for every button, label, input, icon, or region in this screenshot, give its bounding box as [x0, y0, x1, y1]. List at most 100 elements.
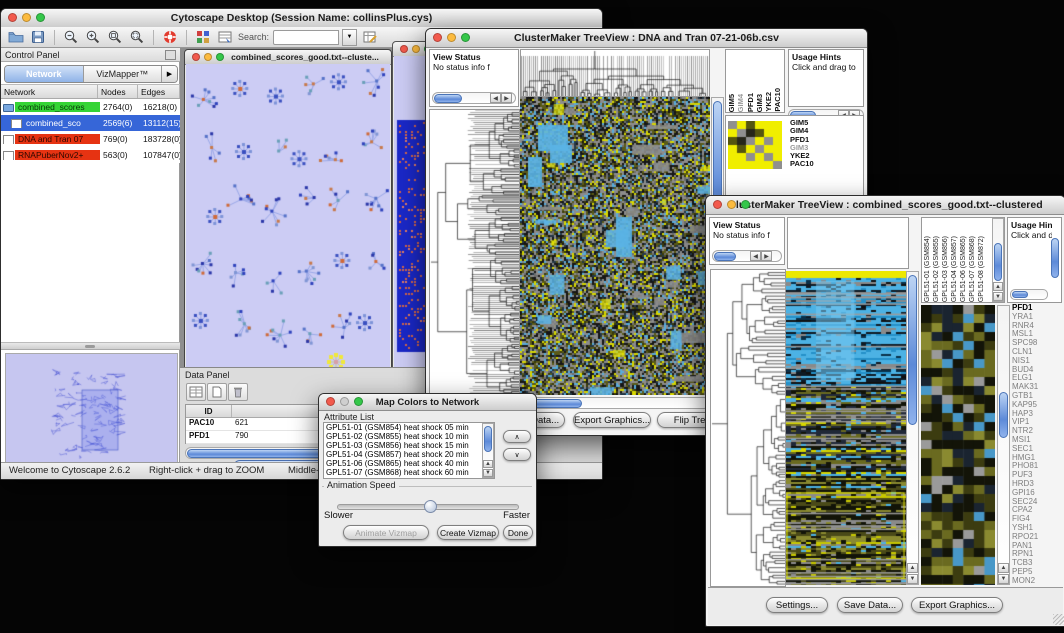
- tv1-row-dendrogram[interactable]: [429, 109, 520, 397]
- zoom-in-icon[interactable]: [84, 29, 102, 46]
- network-row[interactable]: RNAPuberNov2+ 563(0) 107847(0): [1, 147, 180, 163]
- move-up-button[interactable]: ∧: [503, 430, 531, 443]
- col-nodes[interactable]: Nodes: [98, 85, 138, 98]
- tv2-column-label[interactable]: GPL51-04 (GSM857): [951, 236, 960, 302]
- minimize-icon[interactable]: [727, 200, 736, 209]
- tv1-column-label[interactable]: PAC10: [774, 88, 782, 112]
- scroll-down-icon[interactable]: ▼: [483, 469, 493, 477]
- col-edges[interactable]: Edges: [138, 85, 180, 98]
- zoom-window-icon[interactable]: [36, 13, 45, 22]
- network-row[interactable]: DNA and Tran 07 769(0) 183728(0): [1, 131, 180, 147]
- network-name[interactable]: combined_scores: [15, 102, 100, 112]
- tv2-gene-vscrollbar[interactable]: ▲ ▼: [997, 305, 1010, 585]
- close-icon[interactable]: [192, 53, 200, 61]
- scroll-up-icon[interactable]: ▲: [993, 282, 1003, 291]
- network-name[interactable]: combined_sco: [23, 118, 100, 128]
- tv2-save-data-button[interactable]: Save Data...: [837, 597, 903, 613]
- tv1-heatmap[interactable]: [520, 97, 710, 395]
- minimize-icon[interactable]: [22, 13, 31, 22]
- tv1-column-label[interactable]: PFD1: [747, 93, 755, 112]
- treeview2-titlebar[interactable]: ClusterMaker TreeView : combined_scores_…: [706, 196, 1064, 215]
- tv1-status-hscrollbar[interactable]: ◀▶: [432, 92, 516, 104]
- tab-vizmapper[interactable]: VizMapper™: [84, 66, 163, 82]
- attribute-item[interactable]: GPL51-04 (GSM857) heat shock 20 min: [324, 450, 482, 459]
- vscroll-thumb[interactable]: [1051, 238, 1059, 278]
- vscroll-thumb[interactable]: [908, 275, 917, 425]
- animate-vizmap-button[interactable]: Animate Vizmap: [343, 525, 429, 540]
- tv2-column-label[interactable]: GPL51-02 (GSM855): [933, 236, 942, 302]
- scroll-left-icon[interactable]: ◀: [490, 93, 501, 103]
- tv2-column-label[interactable]: GPL51-01 (GSM854): [924, 236, 933, 302]
- tv2-labels-vscrollbar[interactable]: ▲ ▼: [992, 218, 1004, 302]
- splitter-handle-icon[interactable]: [85, 345, 95, 348]
- attribute-row-id[interactable]: PFD1: [186, 431, 232, 443]
- minimize-icon[interactable]: [204, 53, 212, 61]
- hscroll-thumb[interactable]: [714, 252, 736, 261]
- hscroll-thumb[interactable]: [1012, 291, 1028, 298]
- tv1-heatmap-hscrollbar[interactable]: [520, 397, 710, 409]
- tv2-detail-heatmap[interactable]: [921, 305, 995, 585]
- tv2-settings-button[interactable]: Settings...: [766, 597, 828, 613]
- search-dropdown-icon[interactable]: ▼: [342, 29, 357, 46]
- attribute-listbox[interactable]: GPL51-01 (GSM854) heat shock 05 minGPL51…: [323, 422, 495, 479]
- tv2-global-heatmap[interactable]: [786, 271, 906, 585]
- main-titlebar[interactable]: Cytoscape Desktop (Session Name: collins…: [1, 9, 602, 28]
- col-id[interactable]: ID: [186, 405, 232, 417]
- tv2-column-label[interactable]: GPL51-03 (GSM856): [942, 236, 951, 302]
- scroll-down-icon[interactable]: ▼: [998, 574, 1009, 584]
- attribute-browser-icon[interactable]: [216, 29, 234, 46]
- open-file-icon[interactable]: [7, 29, 25, 46]
- tab-overflow-icon[interactable]: ▶: [162, 66, 177, 82]
- tv2-export-graphics-button[interactable]: Export Graphics...: [911, 597, 1003, 613]
- tv1-detail-heatmap[interactable]: [728, 121, 782, 169]
- dialog-titlebar[interactable]: Map Colors to Network: [319, 394, 536, 411]
- zoom-selected-icon[interactable]: [106, 29, 124, 46]
- scroll-up-icon[interactable]: ▲: [483, 460, 493, 468]
- hscroll-thumb[interactable]: [434, 94, 462, 103]
- vscroll-thumb[interactable]: [484, 426, 492, 452]
- scroll-down-icon[interactable]: ▼: [907, 574, 918, 584]
- resize-grip-icon[interactable]: [1053, 614, 1064, 625]
- tv2-column-label[interactable]: GPL51-08 (GSM872): [978, 236, 987, 302]
- scroll-down-icon[interactable]: ▼: [993, 292, 1003, 301]
- tv1-export-graphics-button[interactable]: Export Graphics...: [573, 412, 651, 428]
- gene-label[interactable]: MON2: [1012, 577, 1062, 586]
- attribute-item[interactable]: GPL51-06 (GSM865) heat shock 40 min: [324, 459, 482, 468]
- attribute-item[interactable]: GPL51-01 (GSM854) heat shock 05 min: [324, 423, 482, 432]
- attribute-list-vscrollbar[interactable]: ▲ ▼: [482, 423, 494, 478]
- delete-attribute-icon[interactable]: [228, 383, 248, 401]
- tv2-usage-hscrollbar[interactable]: [1010, 289, 1048, 300]
- done-button[interactable]: Done: [503, 525, 533, 540]
- tv1-column-label[interactable]: GIM3: [756, 94, 764, 112]
- zoom-fit-icon[interactable]: [128, 29, 146, 46]
- minimize-icon[interactable]: [412, 45, 420, 53]
- zoom-out-icon[interactable]: [62, 29, 80, 46]
- treeview1-titlebar[interactable]: ClusterMaker TreeView : DNA and Tran 07-…: [426, 29, 867, 48]
- tv1-row-label[interactable]: PAC10: [790, 160, 850, 168]
- tv2-column-label[interactable]: GPL51-07 (GSM868): [969, 236, 978, 302]
- zoom-window-icon[interactable]: [354, 397, 363, 406]
- save-icon[interactable]: [29, 29, 47, 46]
- help-lifering-icon[interactable]: [161, 29, 179, 46]
- scroll-left-icon[interactable]: ◀: [750, 251, 761, 261]
- tv1-column-dendrogram[interactable]: [520, 49, 710, 97]
- attribute-row-id[interactable]: PAC10: [186, 418, 232, 430]
- network-view-canvas[interactable]: [186, 64, 390, 382]
- close-icon[interactable]: [400, 45, 408, 53]
- tv2-row-dendrogram[interactable]: [710, 269, 786, 587]
- tab-network[interactable]: Network: [5, 66, 84, 82]
- scroll-up-icon[interactable]: ▲: [998, 563, 1009, 573]
- network-name[interactable]: DNA and Tran 07: [15, 134, 100, 144]
- animation-speed-slider[interactable]: [337, 504, 519, 510]
- float-panel-icon[interactable]: [165, 50, 176, 60]
- network-name[interactable]: RNAPuberNov2+: [15, 150, 100, 160]
- move-down-button[interactable]: ∨: [503, 448, 531, 461]
- network-view-titlebar[interactable]: combined_scores_good.txt--cluste...: [185, 50, 391, 65]
- col-network[interactable]: Network: [1, 85, 98, 98]
- attribute-item[interactable]: GPL51-02 (GSM855) heat shock 10 min: [324, 432, 482, 441]
- create-vizmap-button[interactable]: Create Vizmap: [437, 525, 499, 540]
- search-input[interactable]: [273, 30, 339, 45]
- attribute-item[interactable]: GPL51-07 (GSM868) heat shock 60 min: [324, 468, 482, 477]
- vscroll-thumb[interactable]: [994, 243, 1002, 281]
- vscroll-thumb[interactable]: [999, 392, 1008, 438]
